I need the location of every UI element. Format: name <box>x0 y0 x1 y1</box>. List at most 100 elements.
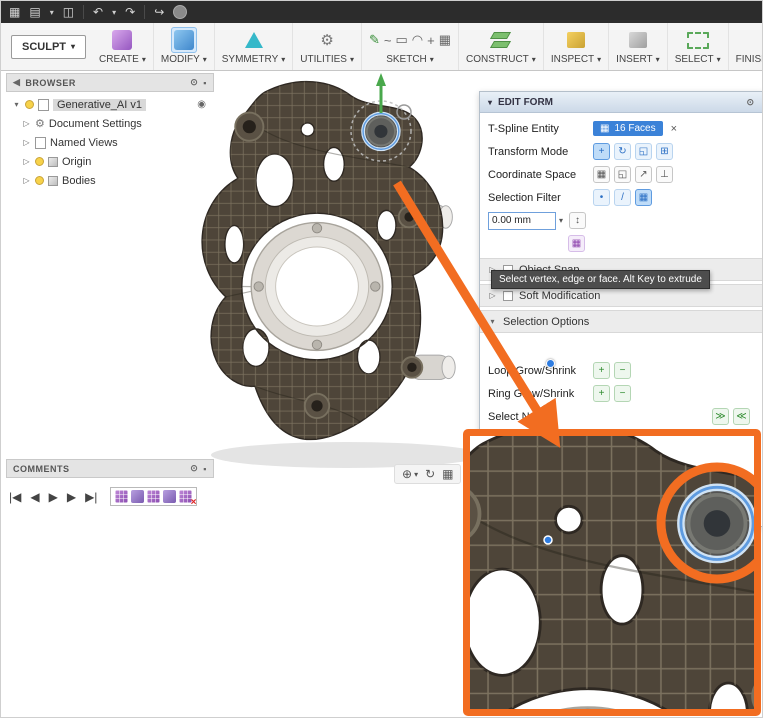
tooltip: Select vertex, edge or face. Alt Key to … <box>491 270 710 289</box>
select-marquee-icon[interactable] <box>687 32 709 49</box>
translate-arrow-handle[interactable] <box>376 73 386 86</box>
tree-root-row[interactable]: ▾ Generative_AI v1 ◉ <box>6 95 214 114</box>
orbit-icon[interactable]: ↻ <box>425 467 435 481</box>
loop-grow-icon[interactable]: + <box>593 362 610 379</box>
symmetry-icon[interactable] <box>245 32 263 48</box>
edit-form-header[interactable]: ▾ EDIT FORM ⊙ <box>480 92 762 113</box>
undo-icon[interactable]: ↶ <box>93 6 103 18</box>
form-feature-icon[interactable] <box>131 490 144 503</box>
tspline-selection-badge[interactable]: ▦ 16 Faces <box>593 121 663 136</box>
visibility-bulb-icon[interactable] <box>25 100 34 109</box>
app-grid-icon[interactable]: ▦ <box>9 6 20 18</box>
canvas-icon[interactable]: ▦ <box>439 32 451 48</box>
local-space-icon[interactable]: ◱ <box>614 166 631 183</box>
tree-item-document-settings[interactable]: ▷ ⚙ Document Settings <box>6 114 214 133</box>
toolbar-group-finish-form[interactable]: FINISH FORM▾ <box>729 23 763 70</box>
clear-selection-button[interactable]: × <box>671 123 677 135</box>
expander-open-icon[interactable]: ▾ <box>488 317 497 326</box>
expander-icon[interactable]: ▷ <box>22 157 31 166</box>
vertex-filter-icon[interactable]: • <box>593 189 610 206</box>
construct-plane-icon[interactable] <box>492 32 509 48</box>
panel-dot-icon[interactable]: ⊙ <box>190 77 198 88</box>
share-icon[interactable]: ↪ <box>154 6 164 18</box>
spline-icon[interactable]: ~ <box>384 33 392 48</box>
utilities-icon[interactable]: ⚙ <box>320 31 333 49</box>
measure-icon[interactable] <box>567 32 585 48</box>
failed-feature-icon[interactable]: × <box>179 490 192 503</box>
selection-set-icon[interactable]: ▦ <box>568 235 585 252</box>
scale-mode-icon[interactable]: ◱ <box>635 143 652 160</box>
step-back-icon[interactable]: ◀ <box>30 490 39 504</box>
rotate-mode-icon[interactable]: ↻ <box>614 143 631 160</box>
selection-options-section[interactable]: ▾ Selection Options <box>480 310 762 333</box>
expander-icon[interactable]: ▷ <box>22 176 31 185</box>
toolbar-group-construct[interactable]: CONSTRUCT▾ <box>459 23 544 70</box>
step-forward-icon[interactable]: ▶ <box>67 490 76 504</box>
panel-dot-icon[interactable]: ⊙ <box>746 97 754 108</box>
expander-icon[interactable]: ▷ <box>22 138 31 147</box>
distance-input[interactable] <box>488 212 556 230</box>
document-name[interactable]: Generative_AI v1 <box>53 99 146 111</box>
normal-space-icon[interactable]: ⊥ <box>656 166 673 183</box>
zoom-fit-icon[interactable]: ⊕▾ <box>402 467 418 481</box>
translate-mode-icon[interactable]: + <box>593 143 610 160</box>
toolbar-group-inspect[interactable]: INSPECT▾ <box>544 23 609 70</box>
form-feature-icon[interactable] <box>115 490 128 503</box>
expander-icon[interactable]: ▷ <box>22 119 31 128</box>
create-icon[interactable] <box>112 30 132 50</box>
redo-icon[interactable]: ↷ <box>125 6 135 18</box>
tree-item-bodies[interactable]: ▷ Bodies <box>6 171 214 190</box>
go-to-end-icon[interactable]: ▶| <box>85 490 97 504</box>
group-label: FINISH FORM <box>736 54 763 65</box>
pan-icon[interactable]: ▦ <box>442 467 453 481</box>
soft-modification-checkbox[interactable] <box>503 291 513 301</box>
comments-header[interactable]: COMMENTS ⊙ ▪ <box>6 459 214 478</box>
chevron-down-icon[interactable]: ▾ <box>559 216 563 225</box>
expander-icon[interactable]: ▷ <box>488 291 497 300</box>
toolbar-group-modify[interactable]: MODIFY▾ <box>154 23 215 70</box>
multi-mode-icon[interactable]: ⊞ <box>656 143 673 160</box>
browser-header[interactable]: ◀ BROWSER ⊙ ▪ <box>6 73 214 92</box>
edge-filter-icon[interactable]: / <box>614 189 631 206</box>
collapse-panel-icon[interactable]: ◀ <box>13 77 20 88</box>
toolbar-group-select[interactable]: SELECT▾ <box>668 23 729 70</box>
toolbar-group-symmetry[interactable]: SYMMETRY▾ <box>215 23 294 70</box>
ring-grow-icon[interactable]: + <box>593 385 610 402</box>
loop-shrink-icon[interactable]: − <box>614 362 631 379</box>
point-icon[interactable]: + <box>427 33 435 48</box>
save-icon[interactable]: ◫ <box>63 6 74 18</box>
capture-position-icon[interactable]: ◉ <box>197 99 206 110</box>
select-previous-icon[interactable]: ≪ <box>733 408 750 425</box>
insert-icon[interactable] <box>629 32 647 48</box>
form-feature-icon[interactable] <box>163 490 176 503</box>
flip-direction-icon[interactable]: ↕ <box>569 212 586 229</box>
tree-item-named-views[interactable]: ▷ Named Views <box>6 133 214 152</box>
panel-pin-icon[interactable]: ▪ <box>203 464 207 474</box>
face-filter-icon[interactable]: ▦ <box>635 189 652 206</box>
toolbar-group-utilities[interactable]: ⚙ UTILITIES▾ <box>293 23 362 70</box>
expander-open-icon[interactable]: ▾ <box>12 100 21 109</box>
view-space-icon[interactable]: ↗ <box>635 166 652 183</box>
toolbar-group-insert[interactable]: INSERT▾ <box>609 23 668 70</box>
file-menu-icon[interactable]: ▤ <box>29 6 40 18</box>
user-avatar[interactable] <box>173 5 187 19</box>
select-next-icon[interactable]: ≫ <box>712 408 729 425</box>
modify-icon[interactable] <box>174 30 194 50</box>
toolbar-group-sketch[interactable]: ✎ ~ ▭ ◠ + ▦ SKETCH▾ <box>362 23 459 70</box>
world-space-icon[interactable]: ▦ <box>593 166 610 183</box>
toolbar-group-create[interactable]: CREATE▾ <box>92 23 154 70</box>
create-sketch-icon[interactable]: ✎ <box>369 32 380 48</box>
rectangle-icon[interactable]: ▭ <box>395 32 407 48</box>
tree-item-origin[interactable]: ▷ Origin <box>6 152 214 171</box>
visibility-bulb-icon[interactable] <box>35 157 44 166</box>
workspace-selector[interactable]: SCULPT ▾ <box>11 35 86 59</box>
collapse-icon[interactable]: ▾ <box>488 98 492 107</box>
arc-icon[interactable]: ◠ <box>412 32 423 48</box>
visibility-bulb-icon[interactable] <box>35 176 44 185</box>
form-feature-icon[interactable] <box>147 490 160 503</box>
go-to-start-icon[interactable]: |◀ <box>9 490 21 504</box>
ring-shrink-icon[interactable]: − <box>614 385 631 402</box>
panel-dot-icon[interactable]: ⊙ <box>190 463 198 474</box>
play-icon[interactable]: ▶ <box>49 490 58 504</box>
panel-pin-icon[interactable]: ▪ <box>203 78 207 88</box>
